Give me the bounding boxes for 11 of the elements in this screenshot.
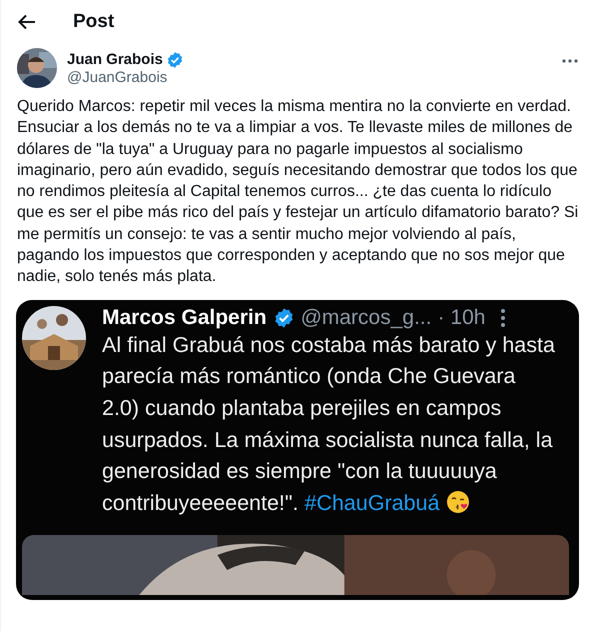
author-name[interactable]: Juan Grabois bbox=[67, 51, 163, 68]
page-title: Post bbox=[73, 11, 114, 33]
quoted-text: Al final Grabuá nos costaba más barato y hasta parecía más romántico (onda Che Guevara 2.0) cuando plantaba perejiles en campos usurpados. La máxima socialista nunca falla, la generosidad es siempre "con la tuuuuuya contribuyeeeeente!". #ChauGrabuá bbox=[102, 332, 556, 518]
quoted-author-handle: @marcos_g... bbox=[300, 306, 432, 330]
quoted-author-name: Marcos Galperin bbox=[102, 306, 267, 330]
quoted-timestamp: · 10h bbox=[438, 306, 486, 330]
back-arrow-icon[interactable] bbox=[17, 12, 37, 32]
kissing-face-icon bbox=[446, 490, 470, 514]
author-handle[interactable]: @JuanGrabois bbox=[67, 68, 551, 86]
more-icon bbox=[499, 306, 508, 329]
post-text: Querido Marcos: repetir mil veces la misma mentira no la convierte en verdad. Ensuciar a los demás no te va a limpiar a vos. Te llevaste miles de millones de dólares de "la tuya" a Uruguay para no pagarle impuestos al socialismo imaginario, pero aún evadido, seguís necesitando demostrar que todos los que no rendimos pleitesía al Capital tenemos curros... ¿te das cuenta lo ridículo que es ser el pibe más rico del país y festejar un artículo difamatorio barato? Si me permitís un consejo: te vas a sentir mucho mejor volviendo al país, pagando los impuestos que corresponden y aceptando que no sos mejor que nadie, solo tenés más plata. bbox=[16, 97, 580, 288]
